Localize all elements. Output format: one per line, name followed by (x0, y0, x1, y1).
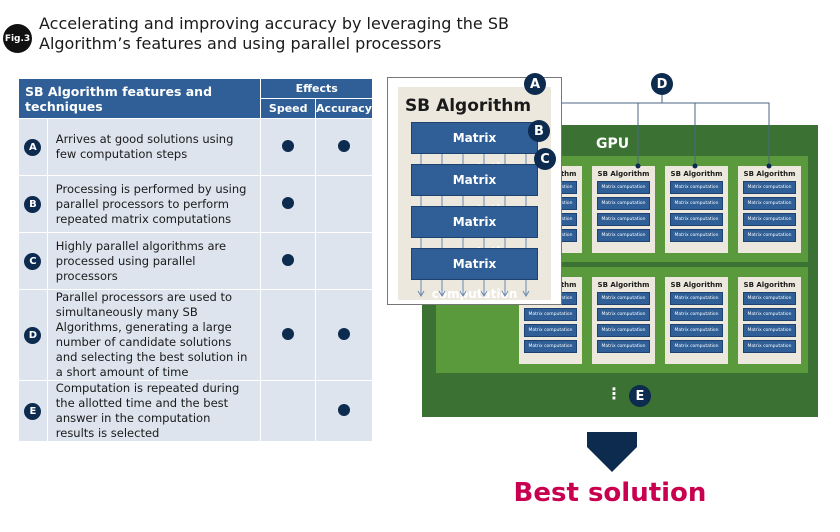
marker-d: D (651, 73, 673, 95)
connector-line (550, 102, 770, 166)
connector-dot (692, 163, 698, 169)
connector-dot (766, 163, 772, 169)
data-flow-arrows (417, 154, 530, 297)
matrix-block: Matrix computation (411, 122, 538, 175)
algorithm-title: SB Algorithm (404, 96, 532, 116)
marker-e: E (629, 385, 651, 407)
ellipsis: ⋮ (606, 384, 622, 403)
connector-dot (635, 163, 641, 169)
best-solution: Best solution (513, 478, 707, 508)
marker-b: B (528, 120, 550, 142)
marker-a: A (524, 73, 546, 95)
down-arrow-icon (587, 432, 637, 472)
marker-c: C (534, 148, 556, 170)
